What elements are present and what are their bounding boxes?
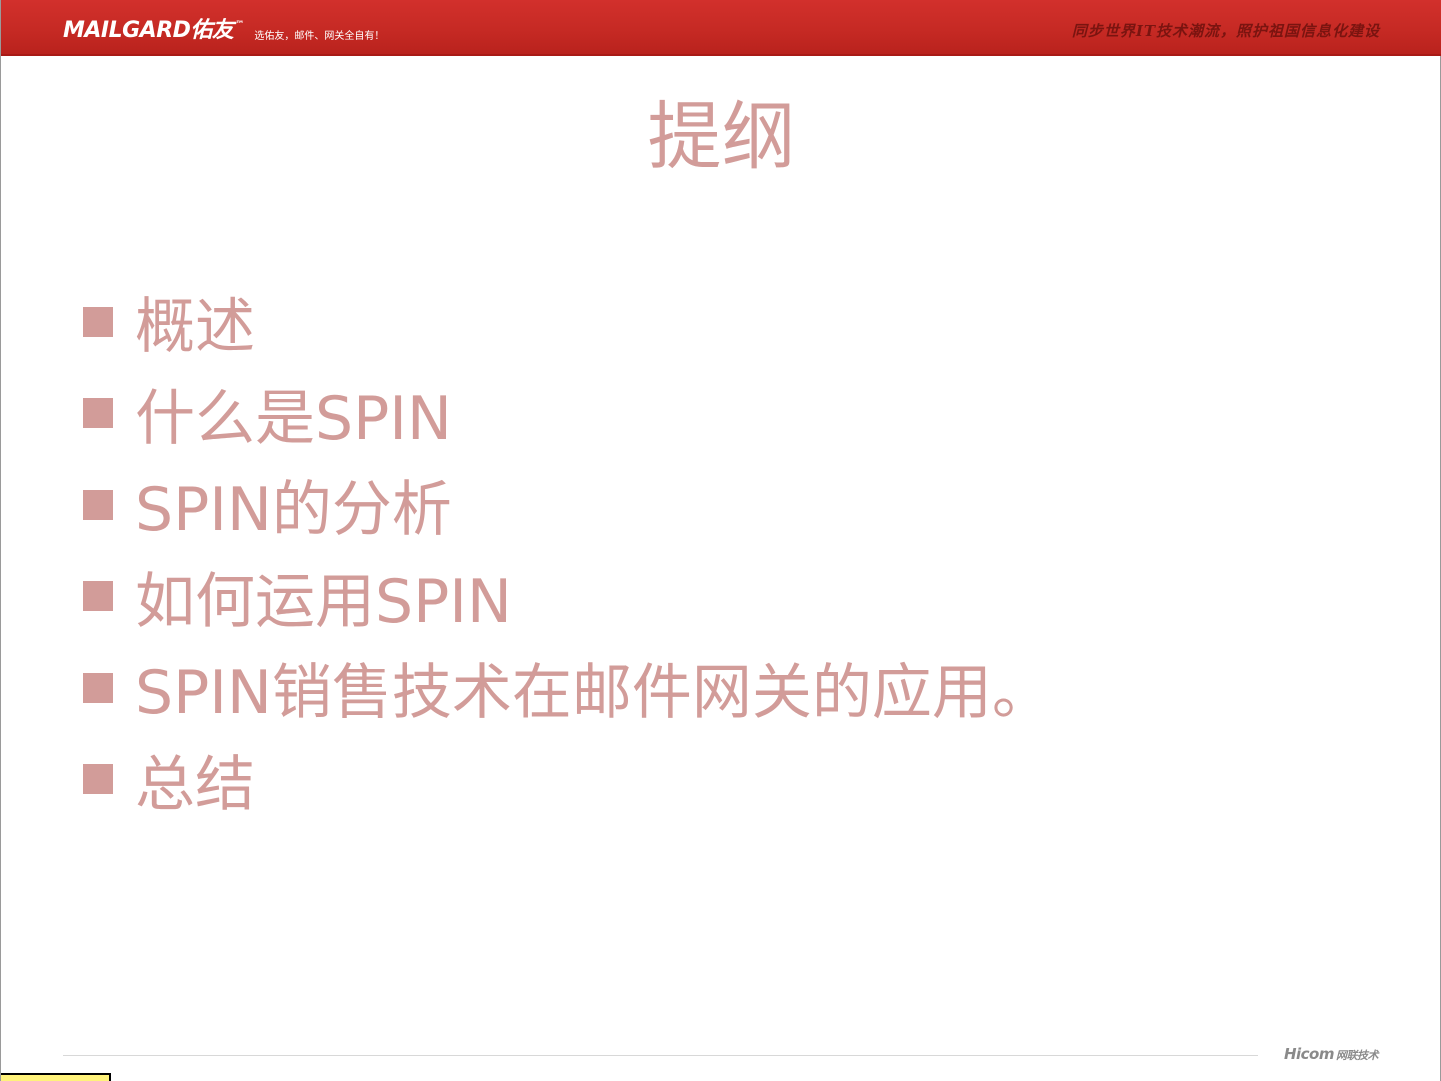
header-bar: MAILGARD佑友 ™ 选佑友，邮件、网关全自有！ 同步世界IT技术潮流，照护…: [1, 0, 1441, 56]
bullet-item-summary: 总结: [83, 734, 1052, 826]
square-bullet-icon: [83, 398, 113, 429]
square-bullet-icon: [83, 306, 113, 337]
hicom-logo: Hicom 网联技术: [1283, 1045, 1379, 1063]
slide: MAILGARD佑友 ™ 选佑友，邮件、网关全自有！ 同步世界IT技术潮流，照护…: [0, 0, 1441, 1081]
footer-logo-main: Hicom: [1283, 1045, 1335, 1063]
bullet-text: SPIN的分析: [135, 475, 452, 546]
bullet-item-how-to-use-spin: 如何运用SPIN: [83, 551, 1052, 643]
square-bullet-icon: [83, 672, 113, 703]
bullet-item-what-is-spin: 什么是SPIN: [83, 368, 1052, 460]
slide-title: 提纲: [647, 94, 796, 180]
mailgard-logo: MAILGARD佑友 ™ 选佑友，邮件、网关全自有！: [63, 14, 384, 46]
square-bullet-icon: [83, 581, 113, 612]
bullet-text: 总结: [135, 749, 255, 820]
bullet-item-spin-application: SPIN销售技术在邮件网关的应用。: [83, 642, 1052, 734]
bullet-text: SPIN销售技术在邮件网关的应用。: [135, 658, 1052, 729]
header-slogan: 同步世界IT技术潮流，照护祖国信息化建设: [1071, 22, 1380, 40]
footer-logo-sub: 网联技术: [1336, 1049, 1379, 1062]
footer-divider: [63, 1055, 1258, 1056]
trademark-mark: ™: [235, 20, 245, 30]
bullet-item-spin-analysis: SPIN的分析: [83, 459, 1052, 551]
bullet-item-overview: 概述: [83, 276, 1052, 368]
square-bullet-icon: [83, 764, 113, 795]
corner-tab: [1, 1073, 111, 1081]
bullet-text: 概述: [135, 292, 255, 363]
square-bullet-icon: [83, 489, 113, 520]
logo-text: MAILGARD佑友: [63, 18, 234, 43]
bullet-text: 如何运用SPIN: [135, 566, 512, 637]
bullet-text: 什么是SPIN: [135, 383, 452, 454]
bullet-list: 概述 什么是SPIN SPIN的分析 如何运用SPIN SPIN销售技术在邮件网…: [83, 276, 1052, 825]
logo-tagline: 选佑友，邮件、网关全自有！: [254, 31, 385, 42]
